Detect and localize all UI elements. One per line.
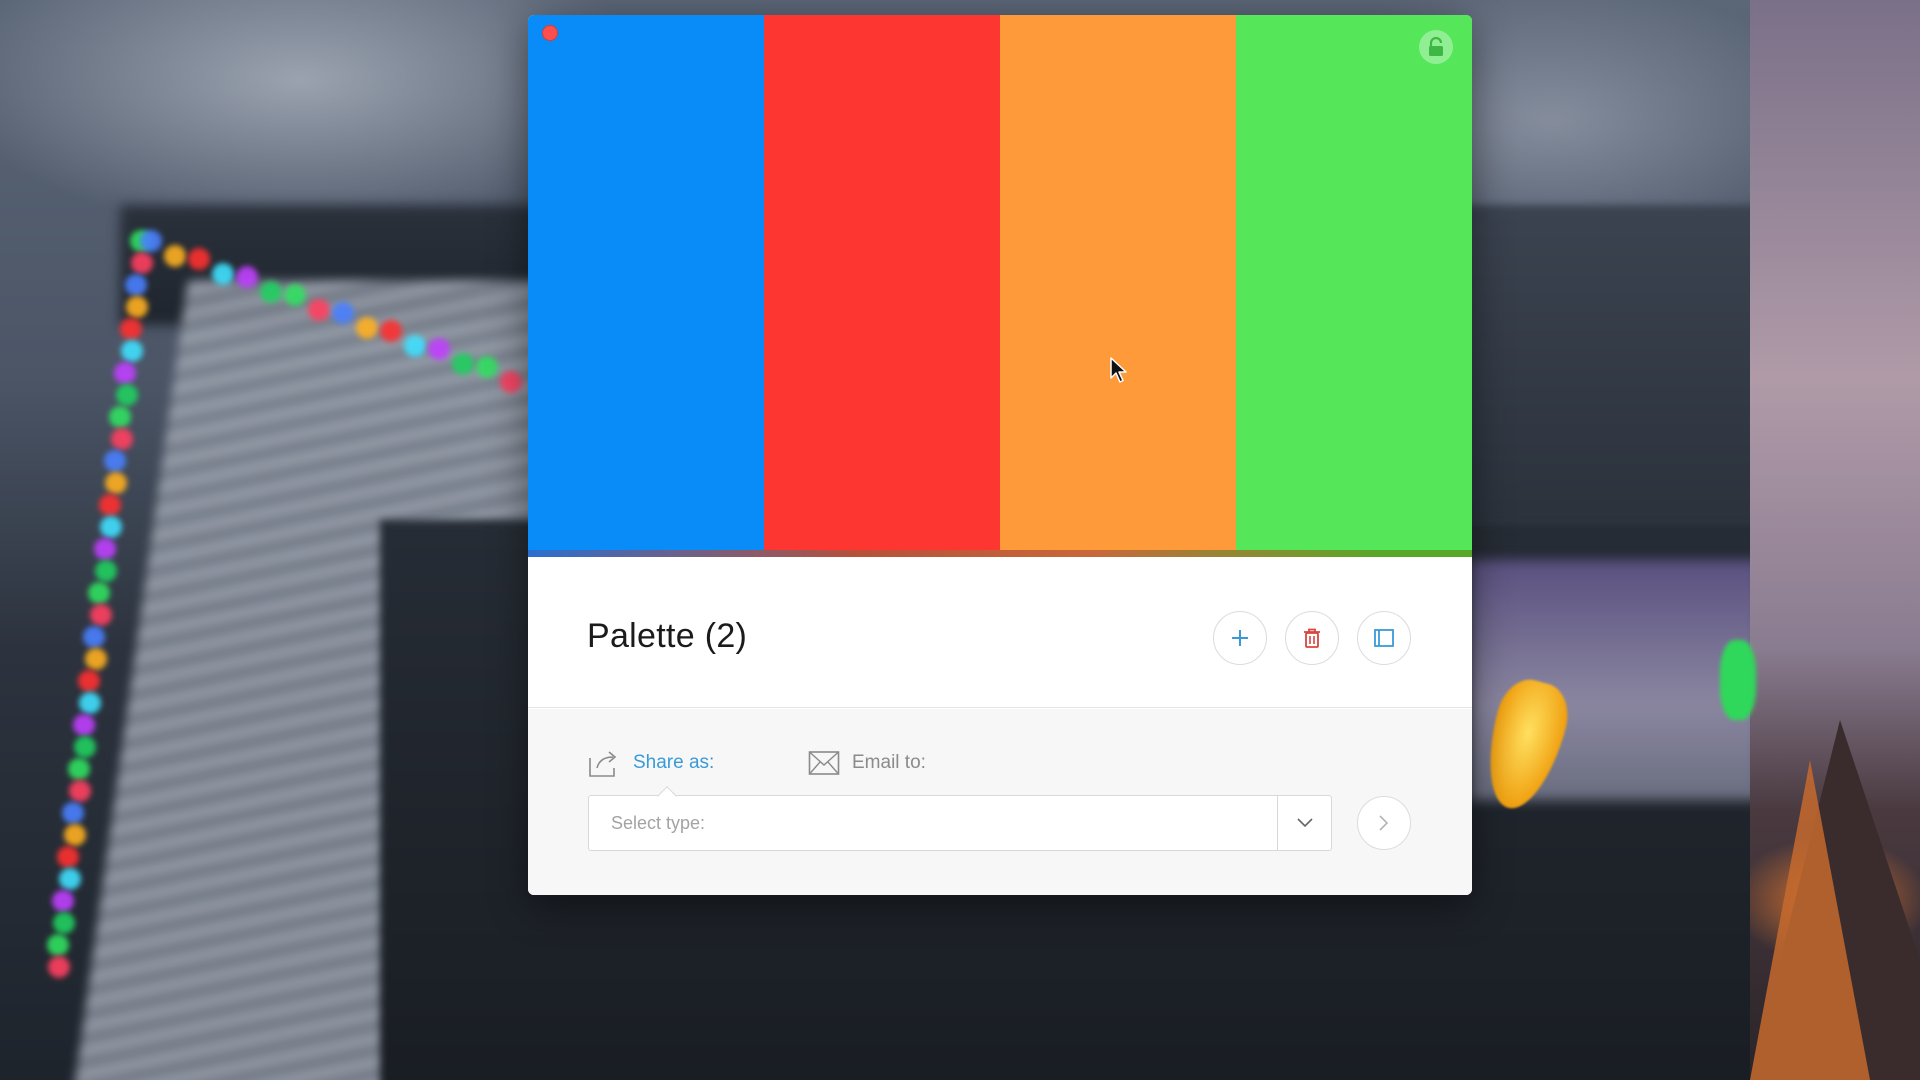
roof-right [1460,205,1760,525]
chevron-down-icon [1296,818,1313,828]
light-bulb [110,428,133,450]
select-placeholder: Select type: [611,812,706,833]
share-type-select[interactable]: Select type: [588,795,1332,851]
light-bulb [69,780,91,802]
light-bulb [52,890,74,912]
light-bulb [124,274,147,296]
trash-icon [1304,628,1320,648]
fullscreen-button[interactable] [1357,611,1411,665]
light-bulb [98,494,121,516]
fullscreen-icon [1374,629,1394,647]
swatch-orange[interactable] [1000,15,1236,550]
lock-icon [1429,37,1443,56]
share-icon [589,751,617,777]
light-bulb [121,340,143,362]
light-bulb [356,317,378,339]
light-bulb [140,230,162,252]
email-to-label: Email to: [852,752,926,773]
swatch-blue[interactable] [528,15,764,550]
light-bulb [67,758,90,780]
light-bulb [428,338,450,360]
palette-header: Palette (2) [528,557,1472,708]
page-title: Palette (2) [587,617,748,655]
swatch-strip [528,15,1472,550]
mountain-wallpaper [1750,0,1920,1080]
mouse-cursor-icon [1110,357,1127,383]
light-bulb [452,353,474,375]
light-bulb [500,371,522,393]
dropdown-toggle[interactable] [1277,796,1331,850]
light-bulb [308,299,330,321]
light-bulb [404,335,426,357]
delete-palette-button[interactable] [1285,611,1339,665]
light-bulb [89,604,112,626]
light-bulb [104,450,126,472]
share-panel: Share as: Email to: Select type: [528,709,1472,895]
light-bulb [46,934,69,956]
light-bulb [119,318,142,340]
light-bulb [260,281,282,303]
light-bulb [212,263,234,285]
tab-share-as[interactable]: Share as: [587,745,714,781]
swatch-red[interactable] [764,15,1000,550]
light-bulb [476,356,498,378]
light-bulb [63,824,86,846]
light-bulb [236,266,258,288]
light-bulb [164,245,186,267]
light-bulb [380,320,402,342]
light-bulb [95,560,117,582]
tab-email-to[interactable]: Email to: [808,745,926,781]
light-bulb [72,714,95,736]
chevron-right-icon [1379,815,1389,831]
light-bulb [332,302,354,324]
light-bulb [58,868,81,890]
light-bulb [115,384,138,406]
share-go-button[interactable] [1357,796,1411,850]
light-bulb [93,538,116,560]
close-button[interactable] [542,25,558,41]
envelope-icon [808,751,840,775]
share-as-label: Share as: [633,752,715,773]
add-color-button[interactable] [1213,611,1267,665]
light-bulb [84,648,107,670]
light-bulb [188,248,210,270]
swatch-green[interactable] [1236,15,1472,550]
light-bulb [284,284,306,306]
lock-button[interactable] [1419,30,1453,64]
green-bulb [1720,640,1756,720]
swatch-divider [528,550,1472,557]
plus-icon [1232,630,1248,646]
light-bulb [78,670,100,692]
palette-window: Palette (2) Share as: Email to: Select t… [528,15,1472,895]
